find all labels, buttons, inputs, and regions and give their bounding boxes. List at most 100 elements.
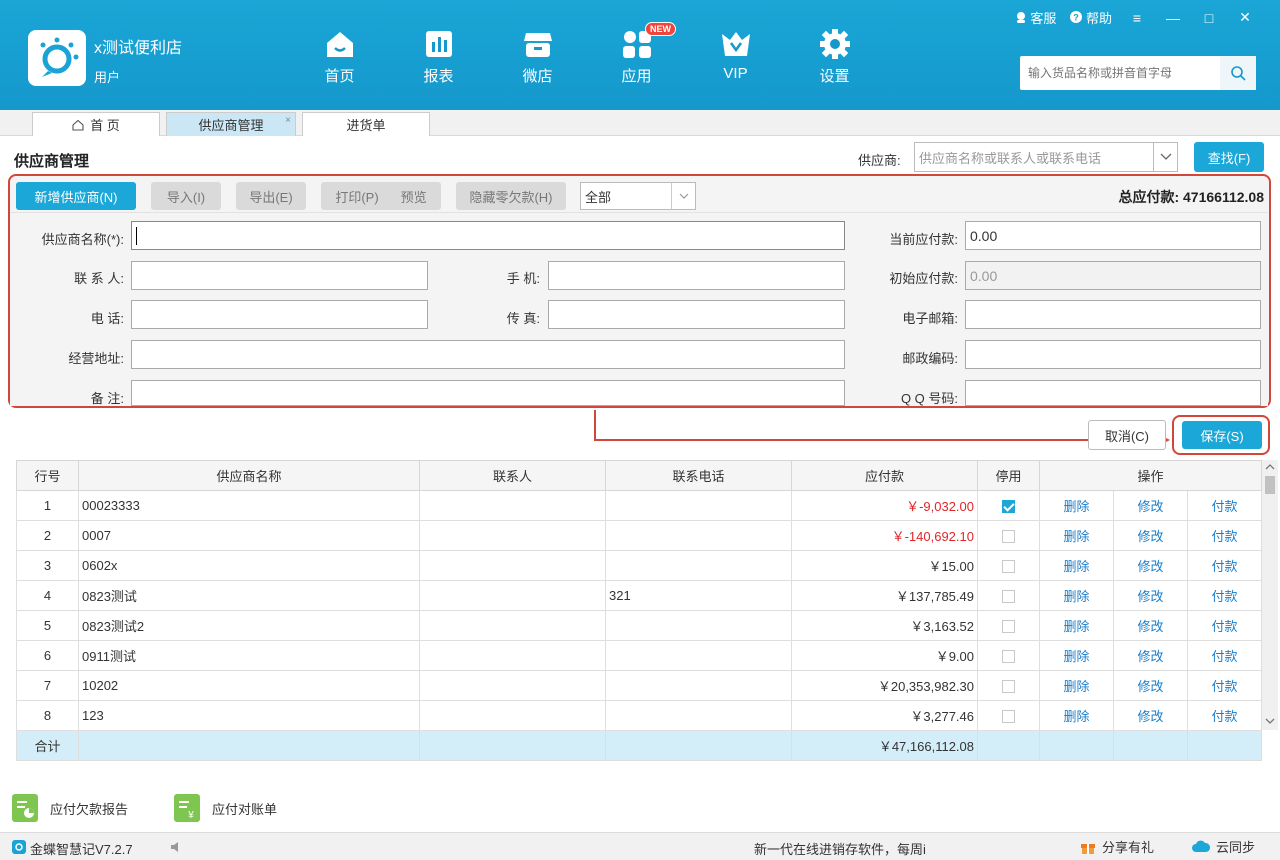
- row-phone: [605, 520, 792, 551]
- cloud-icon: [1192, 840, 1210, 852]
- col-payable[interactable]: 应付款: [791, 460, 978, 491]
- row-phone: [605, 490, 792, 521]
- sum-cell: [419, 730, 606, 761]
- row-no: 1: [16, 490, 79, 521]
- row-name: 10202: [78, 670, 420, 701]
- table-row[interactable]: 7 10202 ￥20,353,982.30 删除 修改 付款: [16, 670, 1262, 701]
- disabled-checkbox[interactable]: [1002, 620, 1015, 634]
- report-chart-icon: [12, 794, 38, 822]
- delete-link[interactable]: 删除: [1039, 670, 1114, 701]
- row-payable: ￥137,785.49: [791, 580, 978, 611]
- row-name: 00023333: [78, 490, 420, 521]
- pay-link[interactable]: 付款: [1187, 640, 1262, 671]
- edit-link[interactable]: 修改: [1113, 580, 1188, 611]
- sum-cell: [1187, 730, 1262, 761]
- edit-link[interactable]: 修改: [1113, 490, 1188, 521]
- sum-cell: [605, 730, 792, 761]
- pay-link[interactable]: 付款: [1187, 610, 1262, 641]
- row-name: 0911测试: [78, 640, 420, 671]
- scroll-down-icon[interactable]: [1262, 714, 1278, 728]
- disabled-checkbox[interactable]: [1002, 710, 1015, 724]
- report-yen-icon: ¥: [174, 794, 200, 822]
- disabled-checkbox[interactable]: [1002, 650, 1015, 664]
- table-header: 行号 供应商名称 联系人 联系电话 应付款 停用 操作: [16, 460, 1262, 491]
- edit-link[interactable]: 修改: [1113, 670, 1188, 701]
- row-no: 4: [16, 580, 79, 611]
- row-payable: ￥-9,032.00: [791, 490, 978, 521]
- sum-cell: [977, 730, 1040, 761]
- cloud-sync-link[interactable]: 云同步: [1192, 837, 1255, 856]
- col-contact[interactable]: 联系人: [419, 460, 606, 491]
- volume-icon[interactable]: [170, 841, 184, 853]
- row-contact: [419, 550, 606, 581]
- pay-link[interactable]: 付款: [1187, 520, 1262, 551]
- marquee-text: 新一代在线进销存软件，每周i: [754, 842, 926, 857]
- table-row[interactable]: 2 0007 ￥-140,692.10 删除 修改 付款: [16, 520, 1262, 551]
- table-row[interactable]: 4 0823测试 321 ￥137,785.49 删除 修改 付款: [16, 580, 1262, 611]
- delete-link[interactable]: 删除: [1039, 520, 1114, 551]
- report-statement-link[interactable]: ¥ 应付对账单: [174, 794, 277, 822]
- sum-value: ￥47,166,112.08: [791, 730, 978, 761]
- pay-link[interactable]: 付款: [1187, 670, 1262, 701]
- row-no: 3: [16, 550, 79, 581]
- col-phone[interactable]: 联系电话: [605, 460, 792, 491]
- delete-link[interactable]: 删除: [1039, 490, 1114, 521]
- delete-link[interactable]: 删除: [1039, 550, 1114, 581]
- row-payable: ￥15.00: [791, 550, 978, 581]
- row-disabled-cell: [977, 550, 1040, 581]
- sum-cell: [78, 730, 420, 761]
- row-contact: [419, 520, 606, 551]
- table-row[interactable]: 5 0823测试2 ￥3,163.52 删除 修改 付款: [16, 610, 1262, 641]
- delete-link[interactable]: 删除: [1039, 580, 1114, 611]
- disabled-checkbox[interactable]: [1002, 500, 1015, 514]
- row-phone: [605, 550, 792, 581]
- svg-text:¥: ¥: [187, 810, 194, 821]
- edit-link[interactable]: 修改: [1113, 610, 1188, 641]
- save-button[interactable]: 保存(S): [1182, 421, 1262, 449]
- app-small-logo-icon: [12, 840, 26, 854]
- disabled-checkbox[interactable]: [1002, 590, 1015, 604]
- row-disabled-cell: [977, 490, 1040, 521]
- edit-link[interactable]: 修改: [1113, 640, 1188, 671]
- supplier-table: 行号 供应商名称 联系人 联系电话 应付款 停用 操作 1 00023333 ￥-9…: [16, 460, 1262, 761]
- cancel-button[interactable]: 取消(C): [1088, 420, 1166, 450]
- row-payable: ￥-140,692.10: [791, 520, 978, 551]
- row-disabled-cell: [977, 520, 1040, 551]
- row-disabled-cell: [977, 700, 1040, 731]
- scroll-up-icon[interactable]: [1262, 460, 1278, 474]
- col-name[interactable]: 供应商名称: [78, 460, 420, 491]
- edit-link[interactable]: 修改: [1113, 700, 1188, 731]
- status-bar: 金蝶智慧记V7.2.7 新一代在线进销存软件，每周i 分享有礼 云同步: [0, 832, 1280, 860]
- table-row[interactable]: 1 00023333 ￥-9,032.00 删除 修改 付款: [16, 490, 1262, 521]
- edit-link[interactable]: 修改: [1113, 550, 1188, 581]
- table-row[interactable]: 3 0602x ￥15.00 删除 修改 付款: [16, 550, 1262, 581]
- scroll-thumb[interactable]: [1265, 476, 1275, 494]
- edit-link[interactable]: 修改: [1113, 520, 1188, 551]
- table-row[interactable]: 8 123 ￥3,277.46 删除 修改 付款: [16, 700, 1262, 731]
- row-contact: [419, 670, 606, 701]
- row-phone: [605, 700, 792, 731]
- row-payable: ￥20,353,982.30: [791, 670, 978, 701]
- delete-link[interactable]: 删除: [1039, 700, 1114, 731]
- table-row[interactable]: 6 0911测试 ￥9.00 删除 修改 付款: [16, 640, 1262, 671]
- row-phone: [605, 670, 792, 701]
- version-label: 金蝶智慧记V7.2.7: [30, 842, 133, 857]
- pay-link[interactable]: 付款: [1187, 580, 1262, 611]
- sum-label: 合计: [16, 730, 79, 761]
- table-scrollbar[interactable]: [1262, 460, 1278, 730]
- delete-link[interactable]: 删除: [1039, 610, 1114, 641]
- col-no[interactable]: 行号: [16, 460, 79, 491]
- pay-link[interactable]: 付款: [1187, 700, 1262, 731]
- pay-link[interactable]: 付款: [1187, 550, 1262, 581]
- disabled-checkbox[interactable]: [1002, 560, 1015, 574]
- report-arrears-link[interactable]: 应付欠款报告: [12, 794, 128, 822]
- sum-cell: [1113, 730, 1188, 761]
- disabled-checkbox[interactable]: [1002, 530, 1015, 544]
- col-actions: 操作: [1039, 460, 1262, 491]
- pay-link[interactable]: 付款: [1187, 490, 1262, 521]
- delete-link[interactable]: 删除: [1039, 640, 1114, 671]
- share-link[interactable]: 分享有礼: [1080, 837, 1154, 856]
- row-contact: [419, 700, 606, 731]
- disabled-checkbox[interactable]: [1002, 680, 1015, 694]
- col-disabled[interactable]: 停用: [977, 460, 1040, 491]
